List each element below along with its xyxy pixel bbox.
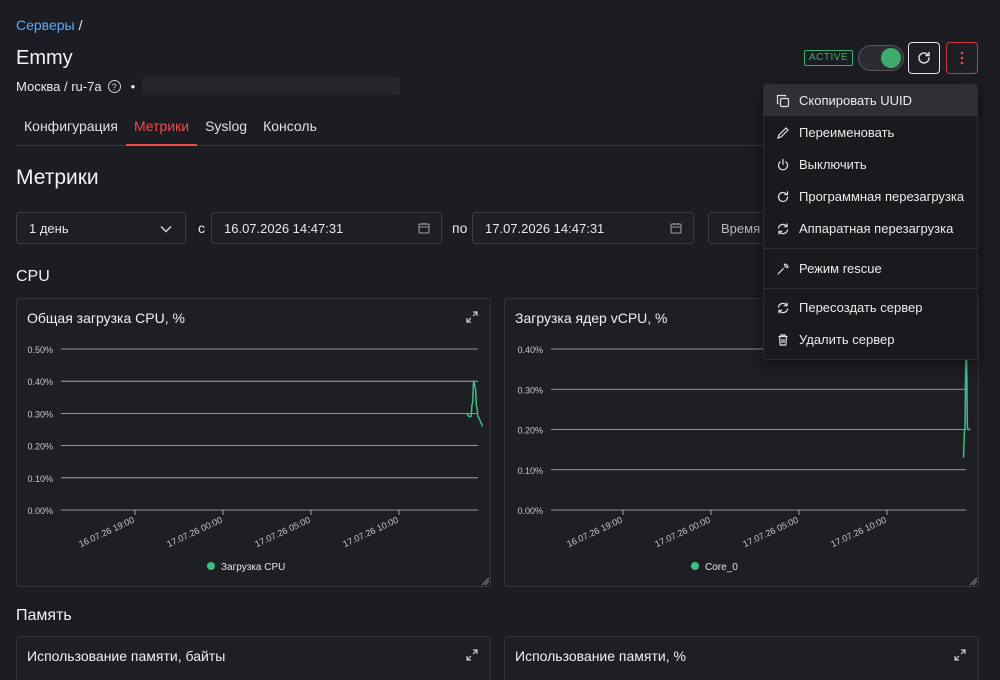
menu-item-label: Скопировать UUID (799, 93, 913, 108)
menu-item-label: Программная перезагрузка (799, 189, 965, 204)
menu-item-label: Удалить сервер (799, 332, 895, 347)
x-tick-label: 16.07.26 19:00 (565, 515, 624, 549)
page-title: Emmy (16, 47, 73, 69)
x-tick-label: 17.07.26 00:00 (165, 515, 224, 549)
power-icon (777, 158, 789, 170)
menu-divider (764, 288, 977, 289)
x-tick-label: 17.07.26 00:00 (653, 515, 712, 549)
x-tick-label: 17.07.26 10:00 (829, 515, 888, 549)
menu-divider (764, 248, 977, 249)
menu-item-label: Выключить (799, 157, 867, 172)
wrench-icon (777, 263, 789, 275)
bullet-separator: • (130, 79, 136, 94)
cpu-section-title: CPU (16, 268, 50, 285)
y-tick-label: 0.40% (517, 345, 543, 355)
period-select[interactable]: 1 день (16, 212, 186, 244)
actions-menu: Скопировать UUID Переименовать Выключить… (763, 84, 978, 360)
ip-address-placeholder (142, 77, 400, 95)
help-icon[interactable]: ? (107, 80, 121, 93)
cpu-total-card: Общая загрузка CPU, % 0.00% 0.10% 0.20% 0.3… (16, 298, 491, 587)
breadcrumb-separator: / (78, 17, 83, 33)
date-from-value: 16.07.2026 14:47:31 (224, 220, 344, 236)
refresh-button[interactable] (908, 42, 940, 74)
menu-item-rename[interactable]: Переименовать (764, 117, 977, 148)
rebuild-icon (777, 301, 789, 314)
legend-marker (691, 562, 699, 570)
y-tick-label: 0.00% (517, 506, 543, 516)
y-tick-label: 0.10% (27, 474, 53, 484)
menu-item-rescue-mode[interactable]: Режим rescue (764, 253, 977, 284)
series-line (466, 380, 484, 428)
pencil-icon (777, 126, 789, 139)
breadcrumb: Серверы / (16, 17, 83, 33)
tab-metrics[interactable]: Метрики (125, 106, 198, 146)
y-tick-label: 0.50% (27, 345, 53, 355)
legend-label: Загрузка CPU (221, 562, 285, 573)
menu-item-label: Переименовать (799, 125, 895, 140)
tab-configuration[interactable]: Конфигурация (16, 106, 126, 146)
date-to-input[interactable]: 17.07.2026 14:47:31 (472, 212, 694, 244)
calendar-icon[interactable] (669, 221, 683, 235)
x-tick-label: 17.07.26 05:00 (741, 515, 800, 549)
date-to-value: 17.07.2026 14:47:31 (485, 220, 605, 236)
refresh-icon (918, 51, 930, 64)
y-tick-label: 0.20% (517, 426, 543, 436)
calendar-icon[interactable] (417, 221, 431, 235)
power-toggle[interactable] (858, 45, 904, 71)
x-tick-label: 16.07.26 19:00 (77, 515, 136, 549)
legend-label: Core_0 (705, 562, 738, 573)
y-tick-label: 0.40% (27, 377, 53, 387)
resize-handle-icon[interactable] (482, 578, 489, 585)
expand-icon[interactable] (466, 649, 478, 661)
x-tick-label: 17.07.26 10:00 (341, 515, 400, 549)
copy-icon (776, 94, 790, 107)
memory-section-title: Память (16, 607, 72, 624)
tab-syslog[interactable]: Syslog (197, 106, 255, 146)
card-title: Использование памяти, байты (27, 648, 226, 664)
menu-item-delete-server[interactable]: Удалить сервер (764, 324, 977, 355)
from-label: с (198, 220, 205, 236)
y-tick-label: 0.20% (27, 442, 53, 452)
breadcrumb-servers-link[interactable]: Серверы (16, 17, 75, 33)
memory-percent-card: Использование памяти, % (504, 636, 979, 680)
menu-item-soft-reboot[interactable]: Программная перезагрузка (764, 181, 977, 212)
date-from-input[interactable]: 16.07.2026 14:47:31 (211, 212, 442, 244)
period-value: 1 день (29, 220, 69, 236)
tab-console[interactable]: Консоль (255, 106, 325, 146)
toggle-knob (881, 48, 901, 68)
y-tick-label: 0.30% (27, 409, 53, 419)
to-label: по (452, 220, 468, 236)
menu-item-copy-uuid[interactable]: Скопировать UUID (764, 85, 977, 116)
kebab-menu-icon (960, 51, 964, 65)
menu-item-label: Режим rescue (799, 261, 882, 276)
menu-item-label: Пересоздать сервер (799, 300, 923, 315)
chevron-down-icon (160, 226, 172, 233)
memory-bytes-card: Использование памяти, байты (16, 636, 491, 680)
y-tick-label: 0.30% (517, 385, 543, 395)
hard-reboot-icon (777, 222, 789, 235)
y-tick-label: 0.10% (517, 466, 543, 476)
time-select-value: Время (721, 220, 761, 236)
expand-icon[interactable] (954, 649, 966, 661)
location-text: Москва / ru-7a (16, 79, 102, 94)
more-actions-button[interactable] (946, 42, 978, 74)
status-badge: ACTIVE (804, 50, 854, 66)
menu-item-label: Аппаратная перезагрузка (799, 221, 954, 236)
cpu-total-chart: 0.00% 0.10% 0.20% 0.30% 0.40% 0.50% 16.07.26 1… (27, 345, 484, 573)
menu-item-rebuild-server[interactable]: Пересоздать сервер (764, 292, 977, 323)
metrics-heading: Метрики (16, 166, 99, 189)
menu-item-hard-reboot[interactable]: Аппаратная перезагрузка (764, 213, 977, 244)
resize-handle-icon[interactable] (970, 578, 977, 585)
card-title: Использование памяти, % (515, 648, 686, 664)
legend-marker (207, 562, 215, 570)
y-tick-label: 0.00% (27, 506, 53, 516)
trash-icon (778, 333, 788, 346)
soft-reboot-icon (777, 190, 789, 202)
x-tick-label: 17.07.26 05:00 (253, 515, 312, 549)
menu-item-shutdown[interactable]: Выключить (764, 149, 977, 180)
server-location: Москва / ru-7a ? • (16, 79, 135, 94)
